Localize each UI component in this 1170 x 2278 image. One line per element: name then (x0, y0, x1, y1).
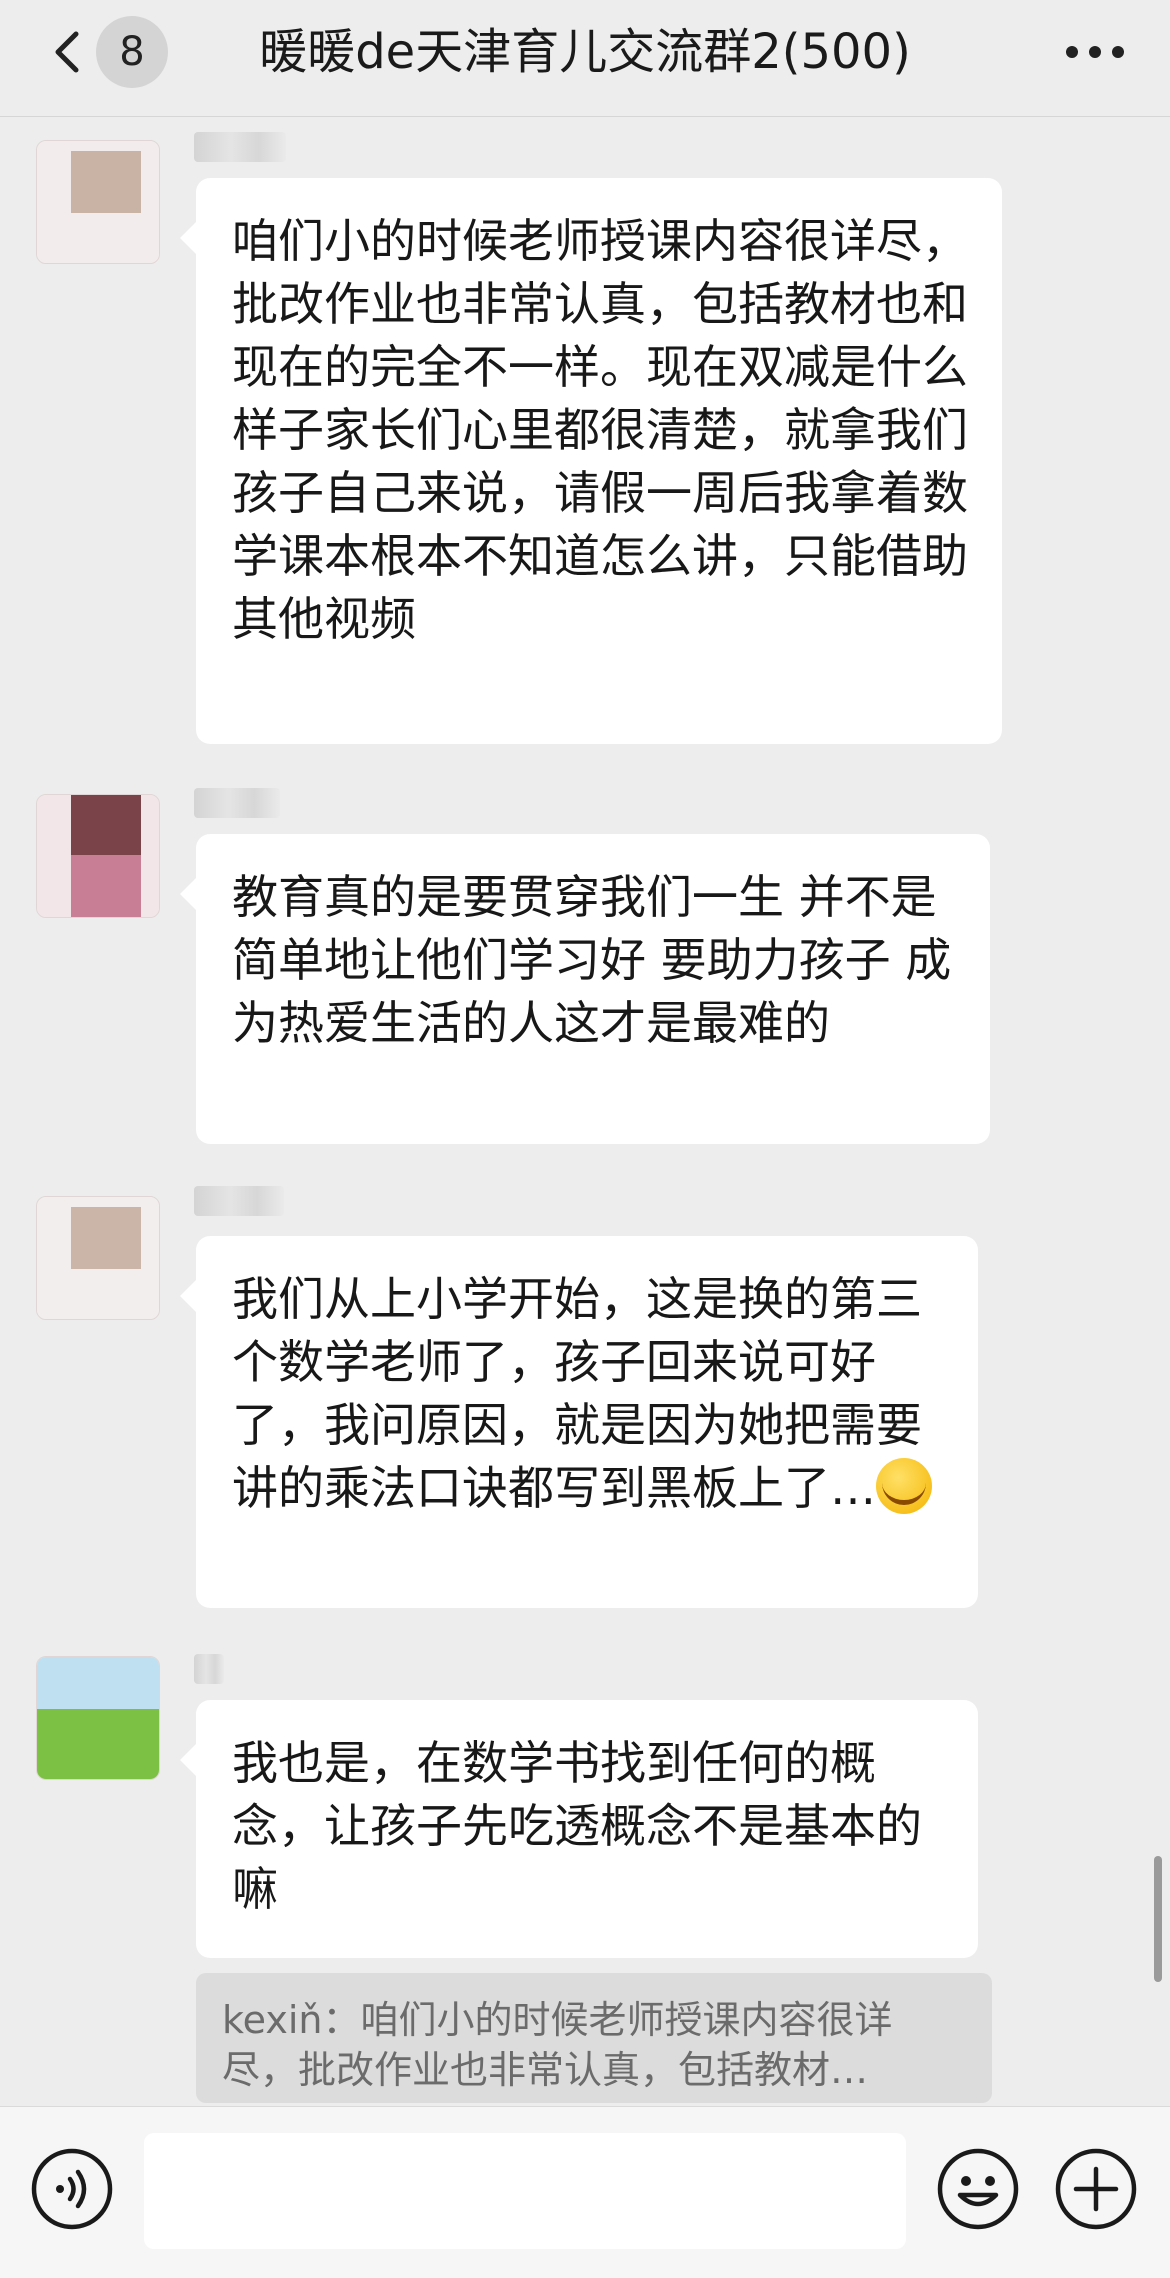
plus-circle-icon (1055, 2148, 1137, 2230)
scrollbar[interactable] (1154, 1856, 1162, 1982)
message-bubble[interactable]: 我也是，在数学书找到任何的概念，让孩子先吃透概念不是基本的嘛 (180, 1700, 978, 1958)
message-bubble[interactable]: 教育真的是要贯穿我们一生 并不是简单地让他们学习好 要助力孩子 成为热爱生活的人… (180, 834, 990, 1144)
sender-name-blurred (194, 1186, 284, 1216)
unread-count-badge[interactable]: 8 (96, 16, 168, 88)
voice-icon (31, 2148, 113, 2230)
quoted-reply[interactable]: kexiň：咱们小的时候老师授课内容很详尽，批改作业也非常认真，包括教材… (196, 1973, 992, 2103)
quoted-reply-text: kexiň：咱们小的时候老师授课内容很详尽，批改作业也非常认真，包括教材… (222, 1998, 893, 2092)
input-bar (0, 2106, 1170, 2278)
sender-name-blurred (194, 132, 286, 162)
chat-header: 8 暖暖de天津育儿交流群2(500) (0, 0, 1170, 117)
emoji-button[interactable] (936, 2147, 1020, 2231)
message-bubble[interactable]: 咱们小的时候老师授课内容很详尽，批改作业也非常认真，包括教材也和现在的完全不一样… (180, 178, 1002, 744)
avatar[interactable] (36, 1196, 160, 1320)
face-with-tears-of-joy-emoji (876, 1458, 932, 1514)
add-button[interactable] (1054, 2147, 1138, 2231)
avatar[interactable] (36, 1656, 160, 1780)
message-text: 我们从上小学开始，这是换的第三个数学老师了，孩子回来说可好了，我问原因，就是因为… (232, 1272, 922, 1515)
sender-name-blurred (194, 788, 280, 818)
back-button[interactable] (38, 22, 98, 82)
more-options-button[interactable] (1060, 28, 1130, 76)
message-bubble[interactable]: 我们从上小学开始，这是换的第三个数学老师了，孩子回来说可好了，我问原因，就是因为… (180, 1236, 978, 1608)
message-input[interactable] (144, 2133, 906, 2249)
avatar[interactable] (36, 794, 160, 918)
avatar[interactable] (36, 140, 160, 264)
sender-name-blurred (194, 1654, 224, 1684)
voice-button[interactable] (30, 2147, 114, 2231)
message-text: 咱们小的时候老师授课内容很详尽，批改作业也非常认真，包括教材也和现在的完全不一样… (232, 214, 968, 646)
message-text: 我也是，在数学书找到任何的概念，让孩子先吃透概念不是基本的嘛 (232, 1736, 922, 1916)
chat-title: 暖暖de天津育儿交流群2(500) (259, 24, 911, 80)
smiley-icon (937, 2148, 1019, 2230)
chevron-left-icon (55, 31, 79, 73)
more-dots-icon (1066, 46, 1124, 58)
message-text: 教育真的是要贯穿我们一生 并不是简单地让他们学习好 要助力孩子 成为热爱生活的人… (232, 870, 952, 1050)
